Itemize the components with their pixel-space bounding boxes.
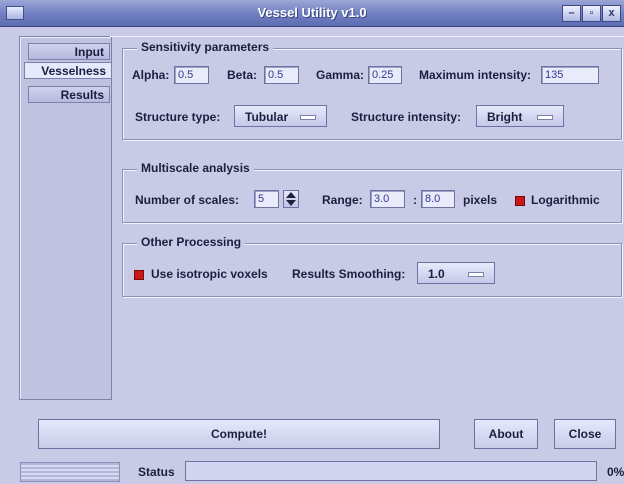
structure-intensity-select[interactable]: Bright: [476, 105, 564, 127]
title-bar[interactable]: Vessel Utility v1.0 – ▫ x: [0, 0, 624, 27]
structure-type-select[interactable]: Tubular: [234, 105, 327, 127]
gamma-label: Gamma:: [316, 68, 365, 82]
isotropic-label: Use isotropic voxels: [151, 267, 268, 281]
structure-intensity-label: Structure intensity:: [351, 110, 462, 124]
range-unit: pixels: [463, 193, 498, 207]
sensitivity-group: Sensitivity parameters Alpha: 0.5 Beta: …: [122, 40, 622, 140]
max-intensity-input[interactable]: 135: [541, 66, 599, 84]
range-max-input[interactable]: 8.0: [421, 190, 455, 208]
range-label: Range:: [322, 193, 363, 207]
spin-up-icon: [286, 192, 296, 198]
close-button[interactable]: Close: [554, 419, 616, 449]
dropdown-indicator-icon: [468, 272, 484, 277]
other-processing-title: Other Processing: [137, 235, 246, 249]
alpha-input[interactable]: 0.5: [174, 66, 209, 84]
max-intensity-label: Maximum intensity:: [419, 68, 532, 82]
structure-type-value: Tubular: [245, 110, 289, 124]
scales-input[interactable]: 5: [254, 190, 279, 208]
tab-input[interactable]: Input: [28, 43, 110, 60]
structure-intensity-value: Bright: [487, 110, 523, 124]
vessel-utility-window: Vessel Utility v1.0 – ▫ x Input Vesselne…: [0, 0, 624, 484]
maximize-button[interactable]: ▫: [582, 5, 601, 22]
tab-vesselness[interactable]: Vesselness: [24, 62, 111, 79]
progress-bar: [185, 461, 597, 481]
logarithmic-checkbox[interactable]: [515, 196, 525, 206]
structure-type-label: Structure type:: [135, 110, 221, 124]
gamma-input[interactable]: 0.25: [368, 66, 402, 84]
status-grip-icon: [20, 462, 120, 482]
vesselness-panel: Sensitivity parameters Alpha: 0.5 Beta: …: [110, 36, 624, 399]
dropdown-indicator-icon: [537, 115, 553, 120]
isotropic-checkbox[interactable]: [134, 270, 144, 280]
minimize-button[interactable]: –: [562, 5, 581, 22]
smoothing-select[interactable]: 1.0: [417, 262, 495, 284]
logarithmic-label: Logarithmic: [531, 193, 600, 207]
close-window-button[interactable]: x: [602, 5, 621, 22]
scales-label: Number of scales:: [135, 193, 240, 207]
progress-percent: 0%: [607, 465, 624, 479]
sensitivity-title: Sensitivity parameters: [137, 40, 274, 54]
tab-results[interactable]: Results: [28, 86, 110, 103]
other-processing-group: Other Processing Use isotropic voxels Re…: [122, 235, 622, 297]
status-label: Status: [138, 465, 175, 479]
dropdown-indicator-icon: [300, 115, 316, 120]
smoothing-label: Results Smoothing:: [292, 267, 406, 281]
window-title: Vessel Utility v1.0: [257, 5, 367, 20]
scales-spinner[interactable]: [283, 190, 299, 208]
compute-button[interactable]: Compute!: [38, 419, 440, 449]
multiscale-group: Multiscale analysis Number of scales: 5 …: [122, 161, 622, 223]
multiscale-title: Multiscale analysis: [137, 161, 254, 175]
beta-label: Beta:: [227, 68, 258, 82]
range-min-input[interactable]: 3.0: [370, 190, 405, 208]
spin-down-icon: [286, 200, 296, 206]
alpha-label: Alpha:: [132, 68, 170, 82]
tab-strip: Input Vesselness Results: [19, 36, 112, 400]
range-separator: :: [413, 193, 417, 207]
smoothing-value: 1.0: [428, 267, 445, 281]
beta-input[interactable]: 0.5: [264, 66, 299, 84]
about-button[interactable]: About: [474, 419, 538, 449]
